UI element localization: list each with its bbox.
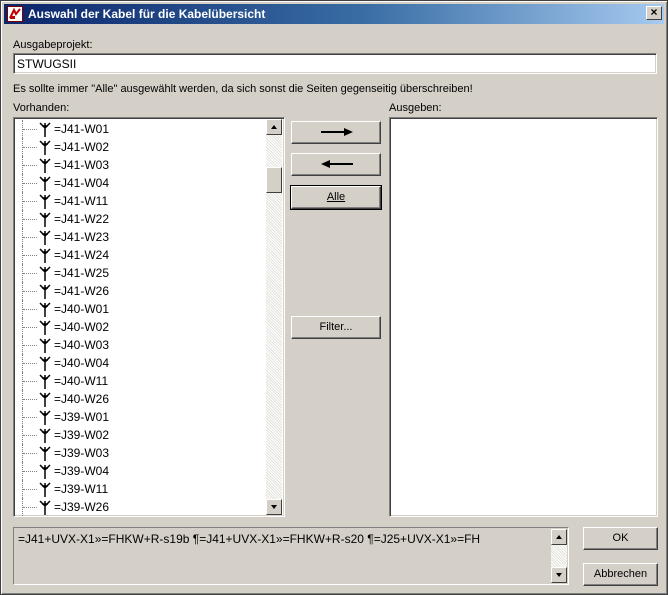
tree-connector <box>22 372 38 390</box>
project-input[interactable]: STWUGSII <box>13 53 657 74</box>
cable-icon <box>39 482 51 497</box>
arrow-left-icon <box>321 160 353 168</box>
all-button[interactable]: Alle <box>290 185 382 210</box>
tree-connector <box>22 282 38 300</box>
tree-connector <box>22 246 38 264</box>
available-label: Vorhanden: <box>13 102 70 114</box>
tree-connector <box>22 480 38 498</box>
memo-scroll-down-button[interactable] <box>551 567 567 583</box>
scroll-down-button[interactable] <box>266 499 282 515</box>
cable-icon <box>39 320 51 335</box>
list-item-label: =J41-W22 <box>54 212 110 226</box>
filter-button[interactable]: Filter... <box>291 316 381 339</box>
output-list[interactable] <box>389 117 658 517</box>
arrow-right-icon <box>321 128 353 136</box>
cable-icon <box>39 284 51 299</box>
cable-icon <box>39 176 51 191</box>
list-item-label: =J41-W25 <box>54 266 110 280</box>
cable-icon <box>39 230 51 245</box>
list-item-label: =J40-W01 <box>54 302 110 316</box>
list-item-label: =J40-W11 <box>54 374 109 388</box>
list-item-label: =J39-W03 <box>54 446 110 460</box>
cable-icon <box>39 122 51 137</box>
tree-connector <box>22 444 38 462</box>
cable-icon <box>39 248 51 263</box>
list-item-label: =J39-W11 <box>54 482 109 496</box>
output-label: Ausgeben: <box>389 102 442 114</box>
list-item-label: =J39-W26 <box>54 500 110 514</box>
available-scrollbar[interactable] <box>266 119 282 515</box>
cable-icon <box>39 428 51 443</box>
cancel-button[interactable]: Abbrechen <box>583 563 658 586</box>
tree-connector <box>22 210 38 228</box>
memo-scrollbar[interactable] <box>551 529 567 583</box>
scroll-thumb[interactable] <box>266 167 282 193</box>
list-item-label: =J41-W11 <box>54 194 109 208</box>
list-item-label: =J41-W26 <box>54 284 110 298</box>
cable-icon <box>39 446 51 461</box>
tree-connector <box>22 390 38 408</box>
list-item-label: =J39-W02 <box>54 428 110 442</box>
tree-connector <box>22 156 38 174</box>
list-item-label: =J40-W02 <box>54 320 110 334</box>
cable-icon <box>39 338 51 353</box>
tree-connector <box>22 120 38 138</box>
memo-scroll-up-button[interactable] <box>551 529 567 545</box>
list-item-label: =J41-W04 <box>54 176 110 190</box>
tree-connector <box>22 354 38 372</box>
tree-connector <box>22 228 38 246</box>
cable-icon <box>39 464 51 479</box>
tree-connector <box>22 336 38 354</box>
tree-connector <box>22 138 38 156</box>
cable-icon <box>39 302 51 317</box>
list-item-label: =J40-W04 <box>54 356 110 370</box>
selection-memo[interactable]: =J41+UVX-X1»=FHKW+R-s19b ¶=J41+UVX-X1»=F… <box>13 527 569 585</box>
remove-button[interactable] <box>291 153 381 176</box>
tree-connector <box>22 300 38 318</box>
close-button[interactable]: × <box>646 6 662 20</box>
cable-icon <box>39 194 51 209</box>
memo-text: =J41+UVX-X1»=FHKW+R-s19b ¶=J41+UVX-X1»=F… <box>18 532 481 546</box>
tree-connector <box>22 498 38 516</box>
list-item-label: =J40-W26 <box>54 392 110 406</box>
tree-connector <box>22 462 38 480</box>
dialog-window: Auswahl der Kabel für die Kabelübersicht… <box>0 0 668 595</box>
cable-icon <box>39 212 51 227</box>
list-item-label: =J39-W01 <box>54 410 110 424</box>
ok-button[interactable]: OK <box>583 527 658 550</box>
cable-icon <box>39 500 51 515</box>
add-button[interactable] <box>291 121 381 144</box>
window-title: Auswahl der Kabel für die Kabelübersicht <box>28 7 266 21</box>
list-item-label: =J41-W03 <box>54 158 110 172</box>
hint-text: Es sollte immer "Alle" ausgewählt werden… <box>13 83 473 95</box>
app-icon <box>7 6 23 22</box>
tree-connector <box>22 318 38 336</box>
cable-icon <box>39 410 51 425</box>
list-item-label: =J41-W02 <box>54 140 110 154</box>
cable-icon <box>39 140 51 155</box>
list-item-label: =J40-W03 <box>54 338 110 352</box>
tree-connector <box>22 426 38 444</box>
available-list[interactable]: =J41-W01 =J41-W02 =J41-W03 =J41-W04 =J41-W11… <box>13 117 285 517</box>
cable-icon <box>39 374 51 389</box>
tree-connector <box>22 408 38 426</box>
cable-icon <box>39 266 51 281</box>
tree-connector <box>22 192 38 210</box>
list-item-label: =J41-W23 <box>54 230 110 244</box>
list-item-label: =J41-W01 <box>54 122 110 136</box>
tree-connector <box>22 264 38 282</box>
cable-icon <box>39 158 51 173</box>
list-item-label: =J39-W04 <box>54 464 110 478</box>
project-label: Ausgabeprojekt: <box>13 39 93 51</box>
list-item-label: =J41-W24 <box>54 248 110 262</box>
tree-connector <box>22 174 38 192</box>
cable-icon <box>39 392 51 407</box>
title-bar[interactable]: Auswahl der Kabel für die Kabelübersicht… <box>4 4 664 24</box>
scroll-up-button[interactable] <box>266 119 282 135</box>
cable-icon <box>39 356 51 371</box>
